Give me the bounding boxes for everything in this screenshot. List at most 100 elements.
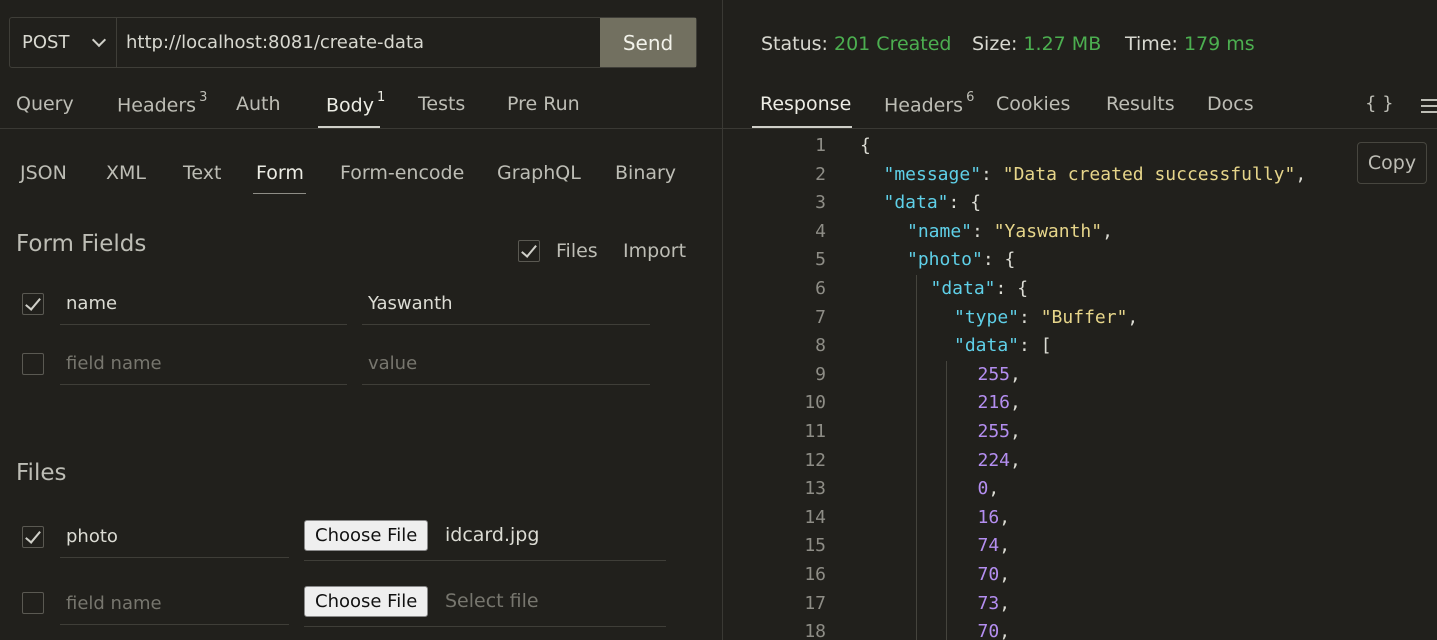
tab-label: Body <box>326 94 374 117</box>
tab-docs[interactable]: Docs <box>1207 93 1254 115</box>
json-number: 255 <box>977 420 1011 442</box>
line-number: 13 <box>804 478 826 500</box>
file-row-checkbox[interactable] <box>22 592 44 614</box>
choose-file-button[interactable]: Choose File <box>304 520 429 551</box>
code-line: 12 224, <box>723 447 1437 476</box>
import-button[interactable]: Import <box>623 240 686 262</box>
tab-auth[interactable]: Auth <box>236 93 281 115</box>
json-number: 255 <box>977 363 1011 385</box>
files-toggle-checkbox[interactable] <box>518 240 540 262</box>
code-text: "type": "Buffer", <box>954 304 1138 333</box>
code-text: 255, <box>978 418 1021 447</box>
menu-icon[interactable] <box>1421 99 1437 113</box>
status-readout: Status: 201 Created <box>761 33 952 55</box>
code-text: 255, <box>978 361 1021 390</box>
json-key: "message" <box>883 163 982 185</box>
code-line: 4 "name": "Yaswanth", <box>723 218 1437 247</box>
size-readout: Size: 1.27 MB <box>972 33 1101 55</box>
line-number: 18 <box>804 621 826 640</box>
code-line: 5 "photo": { <box>723 246 1437 275</box>
choose-file-button[interactable]: Choose File <box>304 586 429 617</box>
tab-tests[interactable]: Tests <box>418 93 465 115</box>
json-number: 216 <box>977 392 1011 414</box>
code-text: 0, <box>978 475 1000 504</box>
tab-response[interactable]: Response <box>760 93 851 115</box>
tab-label: Headers <box>117 94 197 117</box>
json-punctuation: : { <box>948 192 982 214</box>
response-code-view[interactable]: 1{2 "message": "Data created successfully… <box>723 132 1437 640</box>
tab-response-headers[interactable]: Headers 6 <box>884 90 975 117</box>
line-number: 12 <box>804 449 826 471</box>
tab-body[interactable]: Body 1 <box>326 90 385 117</box>
file-field-underline <box>304 626 666 627</box>
method-label: POST <box>22 32 70 53</box>
tab-results[interactable]: Results <box>1106 93 1175 115</box>
json-punctuation: , <box>1127 306 1139 328</box>
tab-cookies[interactable]: Cookies <box>996 93 1070 115</box>
line-number: 7 <box>815 306 826 328</box>
body-tab-xml[interactable]: XML <box>106 162 146 184</box>
tab-headers[interactable]: Headers 3 <box>117 90 207 117</box>
form-field-value-input[interactable]: Yaswanth <box>362 283 650 325</box>
code-text: "data": { <box>884 189 982 218</box>
code-line: 8 "data": [ <box>723 332 1437 361</box>
url-input[interactable]: http://localhost:8081/create-data <box>117 18 600 67</box>
method-select[interactable]: POST <box>10 18 117 67</box>
files-title: Files <box>16 460 67 486</box>
line-number: 6 <box>815 277 826 299</box>
code-line: 6 "data": { <box>723 275 1437 304</box>
code-text: { <box>860 132 871 161</box>
line-number: 14 <box>804 506 826 528</box>
form-field-name-input[interactable]: field name <box>60 343 347 385</box>
file-field-name-input[interactable]: photo <box>60 516 289 558</box>
tab-label: Auth <box>236 93 281 115</box>
body-tab-form-encode[interactable]: Form-encode <box>340 162 464 184</box>
tab-pre-run[interactable]: Pre Run <box>507 93 580 115</box>
tab-query[interactable]: Query <box>16 93 74 115</box>
tab-count-badge: 6 <box>966 90 975 105</box>
json-punctuation: , <box>999 563 1011 585</box>
line-number: 16 <box>804 563 826 585</box>
form-field-value-input[interactable]: value <box>362 343 650 385</box>
body-tab-json[interactable]: JSON <box>20 162 67 184</box>
body-tab-form[interactable]: Form <box>256 162 304 184</box>
code-text: "data": { <box>931 275 1029 304</box>
code-line: 9 255, <box>723 361 1437 390</box>
size-value: 1.27 MB <box>1023 33 1102 55</box>
tab-label: Headers <box>884 94 964 117</box>
json-number: 0 <box>977 478 989 500</box>
body-tab-binary[interactable]: Binary <box>615 162 676 184</box>
body-tab-text[interactable]: Text <box>183 162 221 184</box>
code-line: 17 73, <box>723 590 1437 619</box>
json-punctuation: , <box>1010 420 1021 442</box>
indent-guide <box>915 275 917 640</box>
form-field-name-input[interactable]: name <box>60 283 347 325</box>
body-tab-graphql[interactable]: GraphQL <box>497 162 581 184</box>
file-field-name-input[interactable]: field name <box>60 583 289 625</box>
copy-button[interactable]: Copy <box>1357 142 1427 184</box>
url-bar: POST http://localhost:8081/create-data S… <box>9 17 697 68</box>
line-number: 17 <box>804 592 826 614</box>
send-button[interactable]: Send <box>600 18 696 67</box>
code-text: 70, <box>978 618 1011 640</box>
json-number: 70 <box>977 563 1000 585</box>
form-row-checkbox[interactable] <box>22 353 44 375</box>
chevron-down-icon <box>91 32 107 48</box>
time-label: Time: <box>1125 33 1178 55</box>
code-text: "data": [ <box>954 332 1052 361</box>
code-text: 16, <box>978 504 1011 533</box>
json-number: 224 <box>977 449 1011 471</box>
json-punctuation: , <box>999 592 1011 614</box>
tab-label: Docs <box>1207 93 1254 115</box>
json-number: 74 <box>977 535 1000 557</box>
json-key: "data" <box>883 192 949 214</box>
format-json-icon[interactable]: { } <box>1365 93 1394 114</box>
code-line: 18 70, <box>723 618 1437 640</box>
active-tab-indicator <box>318 126 380 128</box>
line-number: 1 <box>815 135 826 156</box>
code-line: 13 0, <box>723 475 1437 504</box>
form-row-checkbox[interactable] <box>22 293 44 315</box>
json-punctuation: , <box>999 621 1011 640</box>
file-row-checkbox[interactable] <box>22 526 44 548</box>
line-number: 11 <box>804 420 826 442</box>
